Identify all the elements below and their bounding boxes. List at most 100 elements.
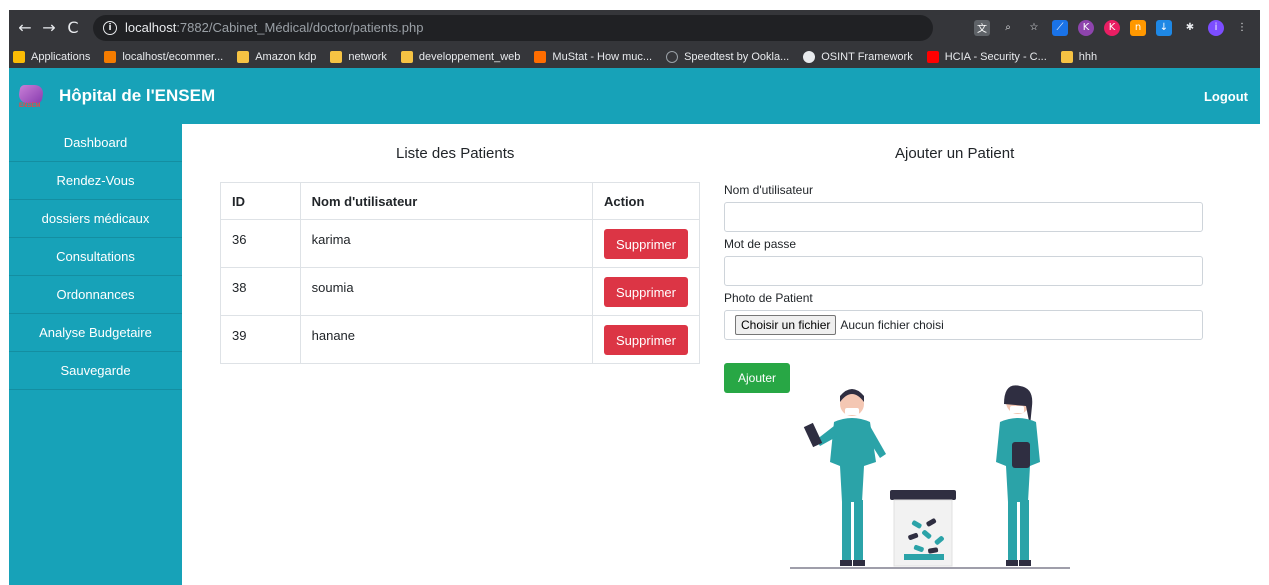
bookmark-speedtest[interactable]: Speedtest by Ookla... bbox=[666, 50, 790, 63]
logo-shape bbox=[17, 85, 45, 103]
folder-icon bbox=[330, 50, 343, 63]
extensions-area: 文 ⌕ ☆ ⟋ K K n ↓ ✱ i ⋮ bbox=[974, 19, 1260, 36]
photo-file-input[interactable]: Choisir un fichier Aucun fichier choisi bbox=[724, 310, 1203, 340]
pill-jar bbox=[890, 490, 956, 567]
translate-icon[interactable]: 文 bbox=[974, 19, 990, 36]
cell-username: soumia bbox=[299, 267, 594, 316]
sidebar-item-analyse-budgetaire[interactable]: Analyse Budgetaire bbox=[9, 314, 182, 352]
sidebar-item-consultations[interactable]: Consultations bbox=[9, 238, 182, 276]
screen-top-edge bbox=[0, 0, 1269, 10]
cell-username: hanane bbox=[299, 315, 594, 364]
sidebar-item-dashboard[interactable]: Dashboard bbox=[9, 124, 182, 162]
info-icon[interactable]: i bbox=[103, 20, 117, 35]
bookmark-developpement-web[interactable]: developpement_web bbox=[400, 50, 520, 63]
address-bar[interactable]: i localhost:7882/Cabinet_Médical/doctor/… bbox=[93, 14, 933, 41]
table-header-row: ID Nom d'utilisateur Action bbox=[220, 182, 700, 220]
cell-username: karima bbox=[299, 219, 594, 268]
url-host: localhost bbox=[125, 20, 177, 35]
brand-title[interactable]: Hôpital de l'ENSEM bbox=[59, 86, 215, 106]
star-icon[interactable]: ☆ bbox=[1026, 20, 1042, 36]
k-extension-icon[interactable]: K bbox=[1078, 19, 1094, 36]
hospital-logo[interactable]: ENSEM bbox=[17, 83, 45, 109]
table-row: 36 karima Supprimer bbox=[220, 219, 700, 268]
zoom-icon[interactable]: ⌕ bbox=[1000, 20, 1016, 36]
bookmark-label: Applications bbox=[31, 50, 91, 63]
column-header-username: Nom d'utilisateur bbox=[299, 182, 594, 220]
puzzle-icon[interactable]: ✱ bbox=[1182, 20, 1198, 36]
bookmark-label: Amazon kdp bbox=[255, 50, 317, 63]
bookmark-label: network bbox=[348, 50, 387, 63]
k-extension-2-icon[interactable]: K bbox=[1104, 19, 1120, 36]
cell-action: Supprimer bbox=[592, 219, 700, 268]
cell-action: Supprimer bbox=[592, 267, 700, 316]
bar-chart-icon bbox=[534, 50, 547, 63]
globe-icon bbox=[803, 50, 816, 63]
username-input[interactable] bbox=[724, 202, 1203, 232]
bookmarks-bar: Applications localhost/ecommer... Amazon… bbox=[9, 45, 1260, 68]
profile-avatar-icon[interactable]: i bbox=[1208, 19, 1224, 36]
sidebar-item-ordonnances[interactable]: Ordonnances bbox=[9, 276, 182, 314]
file-status-text: Aucun fichier choisi bbox=[840, 318, 944, 332]
choose-file-button[interactable]: Choisir un fichier bbox=[735, 315, 837, 335]
table-row: 39 hanane Supprimer bbox=[220, 315, 700, 364]
apps-grid-icon bbox=[13, 50, 25, 63]
add-patient-title: Ajouter un Patient bbox=[895, 145, 1015, 162]
bookmark-hcia[interactable]: HCIA - Security - C... bbox=[926, 50, 1047, 63]
folder-icon bbox=[400, 50, 413, 63]
username-label: Nom d'utilisateur bbox=[724, 183, 813, 197]
sidebar-item-sauvegarde[interactable]: Sauvegarde bbox=[9, 352, 182, 390]
password-label: Mot de passe bbox=[724, 237, 797, 251]
patients-table: ID Nom d'utilisateur Action 36 karima Su… bbox=[220, 182, 700, 364]
bookmark-apps[interactable]: Applications bbox=[13, 50, 91, 63]
patients-list-title: Liste des Patients bbox=[396, 145, 515, 162]
localhost-favicon-icon bbox=[104, 50, 117, 63]
photo-label: Photo de Patient bbox=[724, 291, 813, 305]
bookmark-label: MuStat - How muc... bbox=[552, 50, 653, 63]
cell-id: 39 bbox=[220, 315, 301, 364]
logout-link[interactable]: Logout bbox=[1204, 89, 1248, 104]
sidebar: Dashboard Rendez-Vous dossiers médicaux … bbox=[9, 124, 182, 585]
reload-icon[interactable]: C bbox=[61, 18, 85, 37]
folder-icon bbox=[237, 50, 250, 63]
logo-text: ENSEM bbox=[19, 103, 41, 109]
bookmark-network[interactable]: network bbox=[330, 50, 387, 63]
speedtest-icon bbox=[666, 50, 679, 63]
doctors-illustration bbox=[790, 385, 1070, 569]
url-path: :7882/Cabinet_Médical/doctor/patients.ph… bbox=[176, 20, 424, 35]
cell-id: 36 bbox=[220, 219, 301, 268]
delete-button[interactable]: Supprimer bbox=[604, 325, 688, 355]
left-doctor-figure bbox=[803, 389, 886, 566]
more-menu-icon[interactable]: ⋮ bbox=[1234, 20, 1250, 36]
bookmark-localhost[interactable]: localhost/ecommer... bbox=[104, 50, 224, 63]
top-navbar: ENSEM Hôpital de l'ENSEM Logout bbox=[9, 68, 1260, 124]
delete-button[interactable]: Supprimer bbox=[604, 277, 688, 307]
screen-right-edge bbox=[1260, 10, 1269, 585]
bookmark-label: localhost/ecommer... bbox=[122, 50, 224, 63]
add-button[interactable]: Ajouter bbox=[724, 363, 790, 393]
sidebar-item-dossiers-medicaux[interactable]: dossiers médicaux bbox=[9, 200, 182, 238]
youtube-icon bbox=[926, 50, 939, 63]
bookmark-osint[interactable]: OSINT Framework bbox=[803, 50, 913, 63]
forward-arrow-icon[interactable]: → bbox=[37, 18, 61, 37]
folder-icon bbox=[1060, 50, 1073, 63]
bookmark-mustat[interactable]: MuStat - How muc... bbox=[534, 50, 653, 63]
cell-action: Supprimer bbox=[592, 315, 700, 364]
right-doctor-figure bbox=[996, 385, 1040, 566]
bookmark-label: OSINT Framework bbox=[821, 50, 913, 63]
bookmark-amazon-kdp[interactable]: Amazon kdp bbox=[237, 50, 317, 63]
browser-toolbar: ← → C i localhost:7882/Cabinet_Médical/d… bbox=[9, 10, 1260, 45]
column-header-action: Action bbox=[592, 182, 700, 220]
cell-id: 38 bbox=[220, 267, 301, 316]
extension-icon[interactable]: ⟋ bbox=[1052, 19, 1068, 36]
colorful-extension-icon[interactable]: n bbox=[1130, 19, 1146, 36]
table-row: 38 soumia Supprimer bbox=[220, 267, 700, 316]
password-input[interactable] bbox=[724, 256, 1203, 286]
back-arrow-icon[interactable]: ← bbox=[13, 18, 37, 37]
bookmark-label: hhh bbox=[1078, 50, 1098, 63]
download-icon[interactable]: ↓ bbox=[1156, 19, 1172, 36]
bookmark-label: Speedtest by Ookla... bbox=[684, 50, 790, 63]
bookmark-label: HCIA - Security - C... bbox=[944, 50, 1047, 63]
delete-button[interactable]: Supprimer bbox=[604, 229, 688, 259]
sidebar-item-rendez-vous[interactable]: Rendez-Vous bbox=[9, 162, 182, 200]
bookmark-hhh[interactable]: hhh bbox=[1060, 50, 1098, 63]
